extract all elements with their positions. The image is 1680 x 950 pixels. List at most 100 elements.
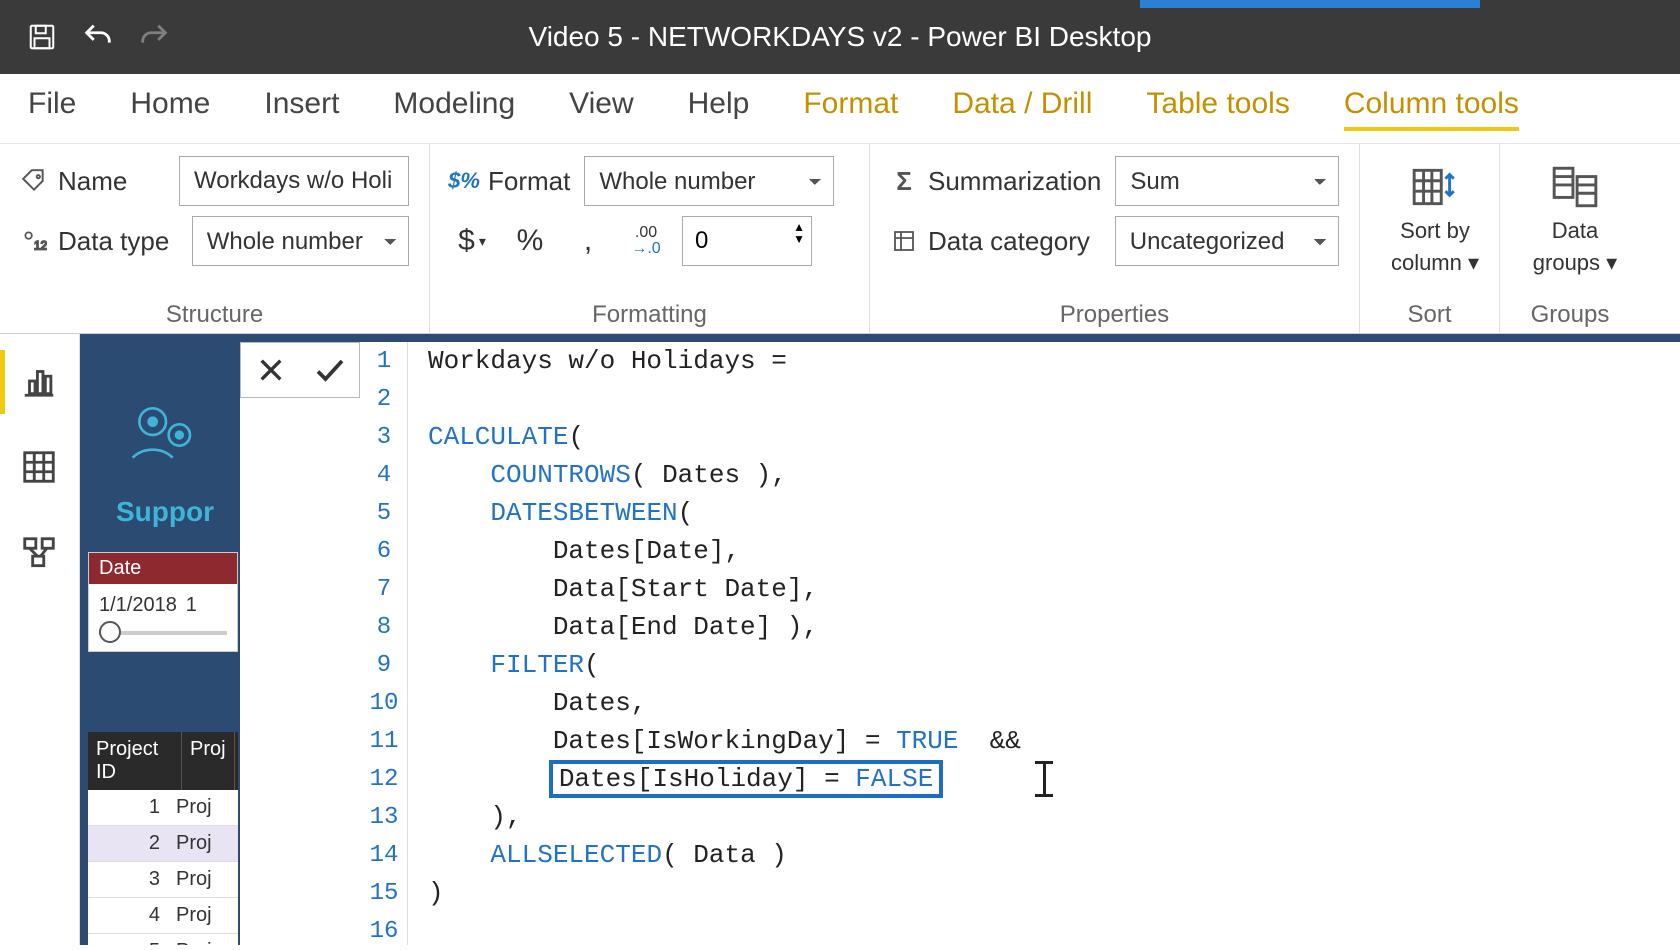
groups-group-label: Groups (1520, 295, 1620, 329)
table-row[interactable]: 2Proj (88, 826, 238, 862)
tab-view[interactable]: View (569, 87, 633, 131)
gears-icon (126, 396, 206, 466)
commit-formula-button[interactable] (300, 343, 359, 397)
summarization-select[interactable]: Sum (1115, 156, 1339, 206)
line-number: 4 (360, 462, 408, 489)
content-area: Suppor Date 1/1/2018 1 Project ID Proj 1… (0, 334, 1680, 945)
line-number: 2 (360, 386, 408, 413)
formatting-group-label: Formatting (450, 295, 849, 329)
line-number: 13 (360, 804, 408, 831)
category-select[interactable]: Uncategorized (1115, 216, 1339, 266)
code-line[interactable]: 11 Dates[IsWorkingDay] = TRUE && (408, 722, 1680, 760)
accent-notch (1140, 0, 1480, 8)
chevron-down-icon: ▾ (1606, 250, 1617, 275)
formula-editor[interactable]: 1Workdays w/o Holidays = 23CALCULATE(4 C… (240, 334, 1680, 945)
properties-group-label: Properties (890, 295, 1339, 329)
ribbon-tabs: File Home Insert Modeling View Help Form… (0, 74, 1680, 144)
table-row[interactable]: 4Proj (88, 898, 238, 934)
format-icon: $% (450, 167, 478, 195)
code-line[interactable]: 1Workdays w/o Holidays = (408, 342, 1680, 380)
model-view-icon[interactable] (20, 534, 60, 574)
data-groups-button[interactable]: Data groups ▾ (1520, 156, 1630, 276)
cancel-formula-button[interactable] (241, 343, 300, 397)
line-number: 9 (360, 652, 408, 679)
decimal-shift-icon[interactable]: .00→.0 (624, 219, 668, 263)
ribbon-group-sort: Sort by column ▾ Sort (1360, 144, 1500, 333)
code-line[interactable]: 16 (408, 912, 1680, 950)
comma-button[interactable]: , (566, 219, 610, 263)
ribbon-group-formatting: $% Format Whole number $▾ % , .00→.0 0 ▲… (430, 144, 870, 333)
tab-file[interactable]: File (28, 87, 76, 131)
code-line[interactable]: 5 DATESBETWEEN( (408, 494, 1680, 532)
slicer-header: Date (89, 553, 237, 584)
text-cursor (1043, 761, 1046, 797)
datatype-icon: 123 (20, 227, 48, 255)
code-line[interactable]: 4 COUNTROWS( Dates ), (408, 456, 1680, 494)
svg-text:123: 123 (34, 239, 47, 253)
date-slicer[interactable]: Date 1/1/2018 1 (88, 552, 238, 652)
category-icon (890, 227, 918, 255)
name-input[interactable] (179, 156, 409, 206)
ribbon-group-structure: Name 123 Data type Whole number Structur… (0, 144, 430, 333)
tab-insert[interactable]: Insert (264, 87, 339, 131)
tab-table-tools[interactable]: Table tools (1146, 87, 1289, 131)
code-line[interactable]: 10 Dates, (408, 684, 1680, 722)
code-line[interactable]: 13 ), (408, 798, 1680, 836)
chevron-down-icon: ▾ (1468, 250, 1479, 275)
table-row[interactable]: 1Proj (88, 790, 238, 826)
line-number: 10 (360, 690, 408, 717)
category-label: Data category (928, 226, 1090, 257)
tag-icon (20, 167, 48, 195)
line-number: 15 (360, 880, 408, 907)
groups-icon (1550, 162, 1600, 212)
line-number: 12 (360, 766, 408, 793)
format-select[interactable]: Whole number (584, 156, 834, 206)
code-line[interactable]: 14 ALLSELECTED( Data ) (408, 836, 1680, 874)
undo-icon[interactable] (76, 15, 120, 59)
decimal-places-input[interactable]: 0 ▲▼ (682, 216, 812, 266)
tab-help[interactable]: Help (688, 87, 750, 131)
percent-button[interactable]: % (508, 219, 552, 263)
code-line[interactable]: 9 FILTER( (408, 646, 1680, 684)
save-icon[interactable] (20, 15, 64, 59)
tab-data-drill[interactable]: Data / Drill (952, 87, 1092, 131)
line-number: 14 (360, 842, 408, 869)
datatype-select[interactable]: Whole number (192, 216, 409, 266)
table-row[interactable]: 5Proj (88, 934, 238, 945)
slicer-slider[interactable] (99, 631, 227, 635)
line-number: 6 (360, 538, 408, 565)
table-header-proj[interactable]: Proj (182, 732, 235, 790)
line-number: 5 (360, 500, 408, 527)
code-line[interactable]: 2 (408, 380, 1680, 418)
code-line[interactable]: 7 Data[Start Date], (408, 570, 1680, 608)
tab-modeling[interactable]: Modeling (393, 87, 515, 131)
code-line[interactable]: 3CALCULATE( (408, 418, 1680, 456)
code-line[interactable]: 6 Dates[Date], (408, 532, 1680, 570)
tab-home[interactable]: Home (130, 87, 210, 131)
name-label: Name (58, 166, 127, 197)
code-line[interactable]: 12 Dates[IsHoliday] = FALSE (408, 760, 1680, 798)
sigma-icon: Σ (890, 167, 918, 195)
datatype-label: Data type (58, 226, 169, 257)
report-view-icon[interactable] (20, 362, 60, 402)
code-line[interactable]: 8 Data[End Date] ), (408, 608, 1680, 646)
slider-thumb[interactable] (99, 621, 121, 643)
format-label: Format (488, 166, 570, 197)
tab-format[interactable]: Format (803, 87, 898, 131)
sort-by-column-button[interactable]: Sort by column ▾ (1380, 156, 1490, 276)
slicer-start-date[interactable]: 1/1/2018 (99, 594, 177, 616)
code-area[interactable]: 1Workdays w/o Holidays = 23CALCULATE(4 C… (408, 342, 1680, 945)
highlight-box: Dates[IsHoliday] = FALSE (549, 760, 943, 798)
sort-icon (1410, 162, 1460, 212)
tab-column-tools[interactable]: Column tools (1344, 87, 1519, 131)
ribbon: Name 123 Data type Whole number Structur… (0, 144, 1680, 334)
line-number: 16 (360, 918, 408, 945)
spin-down-icon[interactable]: ▼ (793, 233, 805, 245)
currency-button[interactable]: $▾ (450, 219, 494, 263)
code-line[interactable]: 15) (408, 874, 1680, 912)
table-row[interactable]: 3Proj (88, 862, 238, 898)
data-view-icon[interactable] (20, 448, 60, 488)
nav-rail (0, 334, 80, 945)
table-visual[interactable]: Project ID Proj 1Proj2Proj3Proj4Proj5Pro… (88, 732, 238, 945)
table-header-projectid[interactable]: Project ID (88, 732, 182, 790)
